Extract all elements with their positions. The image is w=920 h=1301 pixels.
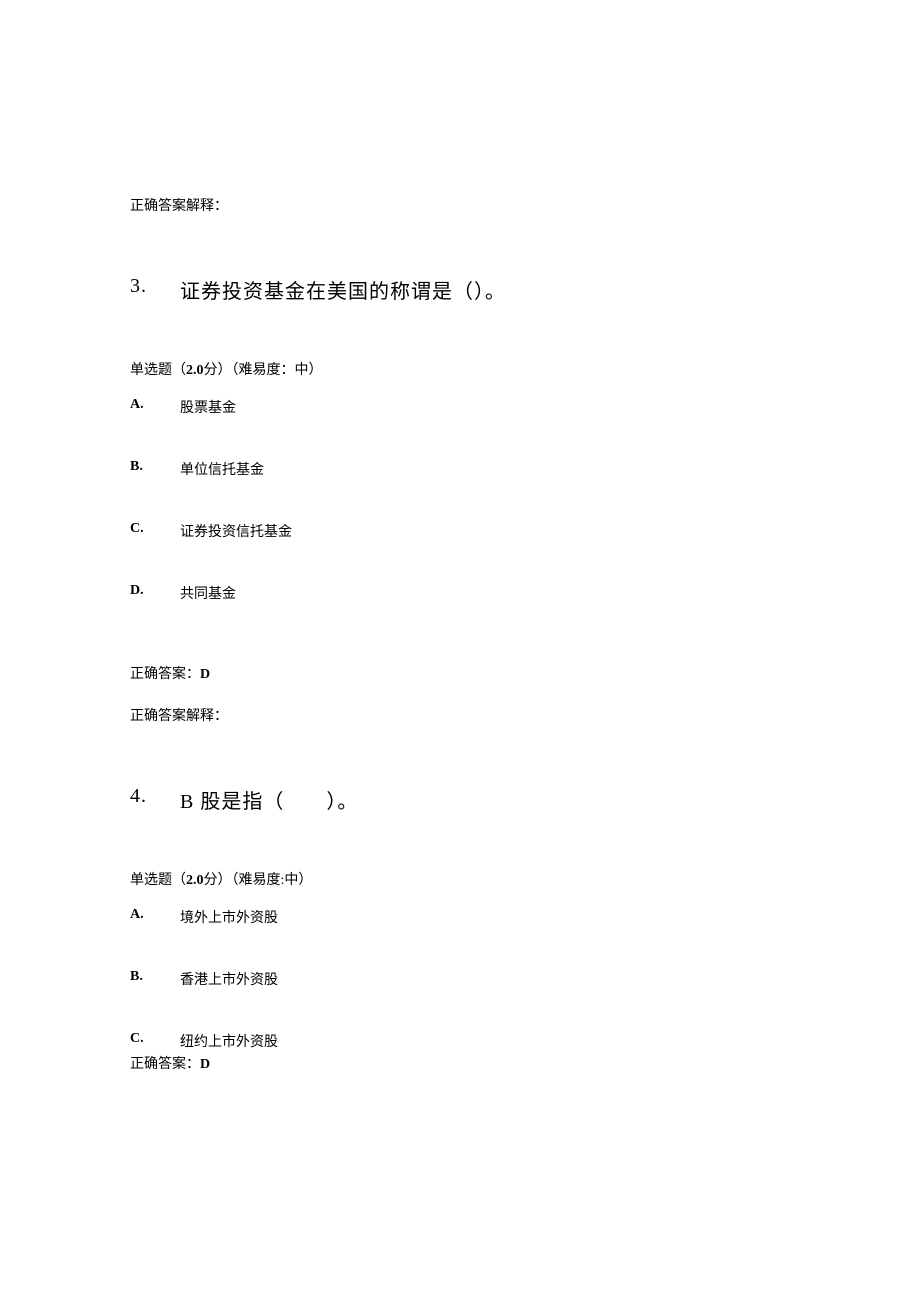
q4-option-b: B. 香港上市外资股 xyxy=(130,969,790,989)
q4-text: B 股是指（ ）。 xyxy=(180,785,358,814)
option-text: 境外上市外资股 xyxy=(180,907,278,927)
q4-meta-suffix: 分）（难易度:中） xyxy=(204,873,313,888)
option-text: 香港上市外资股 xyxy=(180,969,278,989)
option-letter: B. xyxy=(130,969,180,989)
q4-correct-answer: 正确答案：D xyxy=(130,1053,790,1073)
q3-explanation-label: 正确答案解释： xyxy=(130,705,790,725)
correct-value: D xyxy=(200,1057,210,1072)
option-text: 证券投资信托基金 xyxy=(180,521,292,541)
q4-option-a: A. 境外上市外资股 xyxy=(130,907,790,927)
q3-title: 3. 证券投资基金在美国的称谓是（）。 xyxy=(130,275,790,304)
q2-explanation-label: 正确答案解释： xyxy=(130,195,790,215)
option-letter: C. xyxy=(130,521,180,541)
q3-option-c: C. 证券投资信托基金 xyxy=(130,521,790,541)
q3-correct-answer: 正确答案：D xyxy=(130,663,790,683)
document-content: 正确答案解释： 3. 证券投资基金在美国的称谓是（）。 单选题（2.0分）（难易… xyxy=(0,0,920,1073)
q3-meta: 单选题（2.0分）（难易度：中） xyxy=(130,359,790,379)
correct-label: 正确答案： xyxy=(130,667,200,682)
q3-meta-score: 2.0 xyxy=(186,363,204,378)
option-letter: A. xyxy=(130,907,180,927)
q4-number: 4. xyxy=(130,785,180,814)
correct-label: 正确答案： xyxy=(130,1057,200,1072)
option-letter: C. xyxy=(130,1031,180,1051)
option-text: 单位信托基金 xyxy=(180,459,264,479)
q3-option-b: B. 单位信托基金 xyxy=(130,459,790,479)
q3-number: 3. xyxy=(130,275,180,304)
option-letter: B. xyxy=(130,459,180,479)
q3-option-a: A. 股票基金 xyxy=(130,397,790,417)
correct-value: D xyxy=(200,667,210,682)
q4-meta-prefix: 单选题（ xyxy=(130,873,186,888)
q4-meta-score: 2.0 xyxy=(186,873,204,888)
q4-meta: 单选题（2.0分）（难易度:中） xyxy=(130,869,790,889)
option-text: 纽约上市外资股 xyxy=(180,1031,278,1051)
q3-meta-suffix: 分）（难易度：中） xyxy=(204,363,323,378)
q4-option-c: C. 纽约上市外资股 xyxy=(130,1031,790,1051)
option-text: 股票基金 xyxy=(180,397,236,417)
option-letter: A. xyxy=(130,397,180,417)
option-letter: D. xyxy=(130,583,180,603)
q3-text: 证券投资基金在美国的称谓是（）。 xyxy=(180,275,506,304)
q3-meta-prefix: 单选题（ xyxy=(130,363,186,378)
option-text: 共同基金 xyxy=(180,583,236,603)
q3-answer-section: 正确答案：D 正确答案解释： xyxy=(130,663,790,725)
q4-title: 4. B 股是指（ ）。 xyxy=(130,785,790,814)
q3-option-d: D. 共同基金 xyxy=(130,583,790,603)
